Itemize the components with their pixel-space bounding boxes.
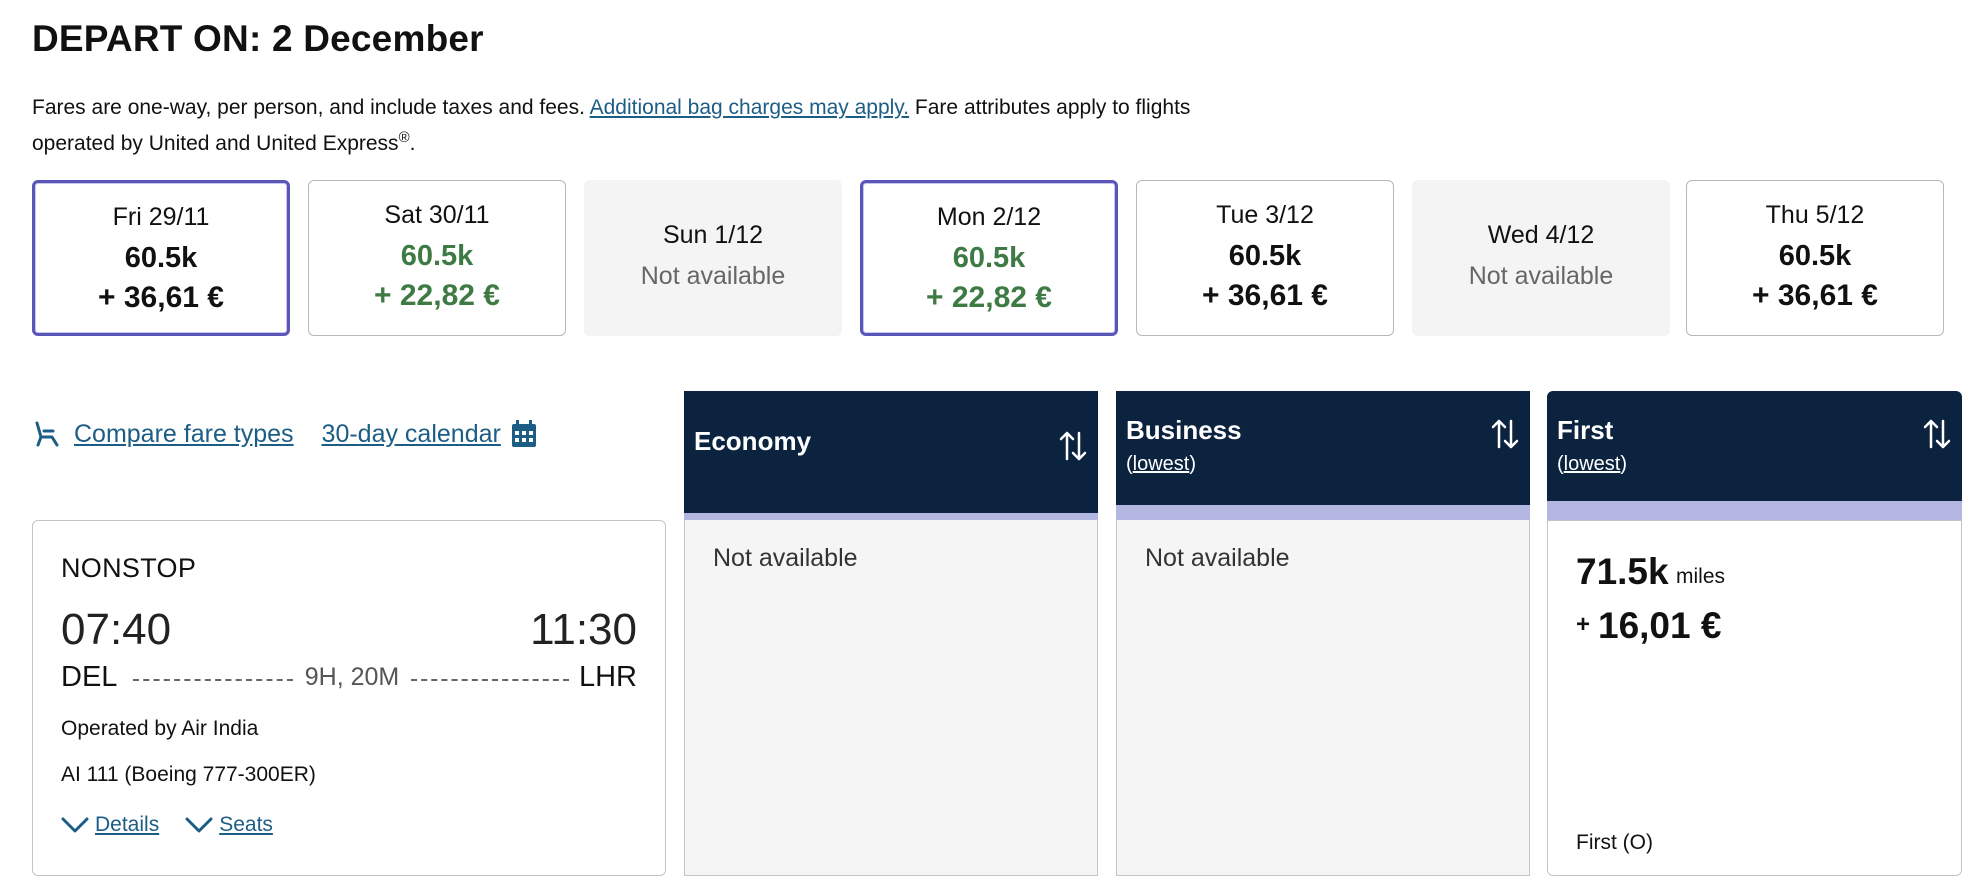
date-miles: 60.5k: [124, 242, 198, 274]
paren-open: (: [1126, 453, 1133, 475]
date-fee: + 22,82 €: [926, 281, 1052, 314]
bag-charges-link[interactable]: Additional bag charges may apply.: [590, 96, 909, 119]
date-strip: Fri 29/11 60.5k + 36,61 € Sat 30/11 60.5…: [32, 180, 1962, 336]
calendar-label: 30-day calendar: [321, 419, 501, 448]
business-indicator-band: [1116, 505, 1530, 520]
economy-header[interactable]: Economy: [684, 391, 1098, 513]
date-label: Tue 3/12: [1216, 201, 1314, 229]
date-not-available: Not available: [640, 262, 786, 290]
fare-note-period: .: [409, 132, 416, 155]
business-header[interactable]: Business (lowest): [1116, 391, 1530, 505]
destination-airport: LHR: [578, 661, 637, 693]
page-title: DEPART ON: 2 December: [32, 18, 484, 59]
first-plus: +: [1576, 611, 1591, 638]
chevron-down-icon: [185, 817, 213, 833]
date-miles: 60.5k: [952, 242, 1026, 274]
seats-link[interactable]: Seats: [185, 813, 273, 837]
first-miles: 71.5k: [1576, 551, 1669, 592]
first-fare-code: First (O): [1576, 831, 1653, 854]
date-label: Thu 5/12: [1765, 201, 1865, 229]
date-label: Sat 30/11: [384, 201, 490, 229]
first-lowest: (lowest): [1557, 453, 1627, 476]
flight-card-links: Details Seats: [61, 813, 299, 837]
details-link[interactable]: Details: [61, 813, 159, 837]
origin-airport: DEL: [61, 661, 118, 693]
date-label: Wed 4/12: [1487, 221, 1595, 249]
paren-close: ): [1620, 453, 1628, 475]
date-fee: + 22,82 €: [374, 279, 500, 312]
flight-number: AI 111 (Boeing 777-300ER): [61, 763, 316, 786]
economy-not-available: Not available: [713, 544, 858, 572]
date-card-sat-30-11[interactable]: Sat 30/11 60.5k + 22,82 €: [308, 180, 566, 336]
first-indicator-band: [1547, 501, 1962, 520]
date-miles: 60.5k: [1228, 240, 1302, 272]
sort-arrows-icon[interactable]: [1922, 417, 1952, 451]
route-line: [133, 679, 293, 681]
date-label: Mon 2/12: [936, 203, 1042, 231]
compare-fare-types-link[interactable]: Compare fare types: [32, 419, 294, 449]
fare-note-text: Fares are one-way, per person, and inclu…: [32, 96, 590, 119]
date-fee: + 36,61 €: [1752, 279, 1878, 312]
date-card-mon-2-12[interactable]: Mon 2/12 60.5k + 22,82 €: [860, 180, 1118, 336]
business-title: Business: [1126, 415, 1242, 445]
first-miles-unit: miles: [1676, 565, 1726, 588]
calendar-icon: [511, 420, 536, 447]
date-miles: 60.5k: [400, 240, 474, 272]
route-line: [411, 679, 569, 681]
departure-time: 07:40: [61, 605, 172, 654]
date-card-wed-4-12: Wed 4/12 Not available: [1412, 180, 1670, 336]
flight-duration: 9H, 20M: [304, 663, 400, 691]
flight-card: NONSTOP 07:40 11:30 DEL 9H, 20M LHR Oper…: [32, 520, 666, 876]
paren-open: (: [1557, 453, 1564, 475]
first-fee: 16,01 €: [1598, 605, 1722, 646]
business-lowest: (lowest): [1126, 453, 1196, 476]
reclining-seat-icon: [35, 421, 59, 447]
first-lowest-link[interactable]: lowest: [1564, 453, 1621, 475]
stops-label: NONSTOP: [61, 553, 197, 583]
date-not-available: Not available: [1468, 262, 1614, 290]
calendar-link[interactable]: 30-day calendar: [322, 420, 537, 449]
tools-row: Compare fare types 30-day calendar: [32, 414, 537, 454]
date-fee: + 36,61 €: [98, 281, 224, 314]
date-card-thu-5-12[interactable]: Thu 5/12 60.5k + 36,61 €: [1686, 180, 1944, 336]
date-card-fri-29-11[interactable]: Fri 29/11 60.5k + 36,61 €: [32, 180, 290, 336]
arrival-time: 11:30: [530, 605, 637, 654]
date-label: Sun 1/12: [662, 221, 764, 249]
date-card-sun-1-12: Sun 1/12 Not available: [584, 180, 842, 336]
sort-arrows-icon[interactable]: [1490, 417, 1520, 451]
business-cell: Not available: [1116, 520, 1530, 876]
paren-close: ): [1189, 453, 1197, 475]
date-fee: + 36,61 €: [1202, 279, 1328, 312]
business-not-available: Not available: [1145, 544, 1290, 572]
business-lowest-link[interactable]: lowest: [1133, 453, 1190, 475]
first-header[interactable]: First (lowest): [1547, 391, 1962, 501]
seats-label: Seats: [219, 813, 273, 836]
sort-arrows-icon[interactable]: [1058, 429, 1088, 463]
details-label: Details: [95, 813, 160, 836]
economy-cell: Not available: [684, 520, 1098, 876]
first-fare-cell[interactable]: 71.5k miles + 16,01 € First (O): [1547, 520, 1962, 876]
chevron-down-icon: [61, 817, 89, 833]
date-card-tue-3-12[interactable]: Tue 3/12 60.5k + 36,61 €: [1136, 180, 1394, 336]
date-label: Fri 29/11: [112, 203, 210, 231]
date-miles: 60.5k: [1778, 240, 1852, 272]
economy-title: Economy: [694, 426, 812, 456]
first-title: First: [1557, 415, 1614, 445]
economy-indicator-band: [684, 513, 1098, 520]
registered-mark: ®: [398, 129, 410, 146]
compare-fare-types-label: Compare fare types: [74, 419, 294, 448]
operated-by: Operated by Air India: [61, 717, 259, 740]
fare-note: Fares are one-way, per person, and inclu…: [32, 93, 1252, 159]
